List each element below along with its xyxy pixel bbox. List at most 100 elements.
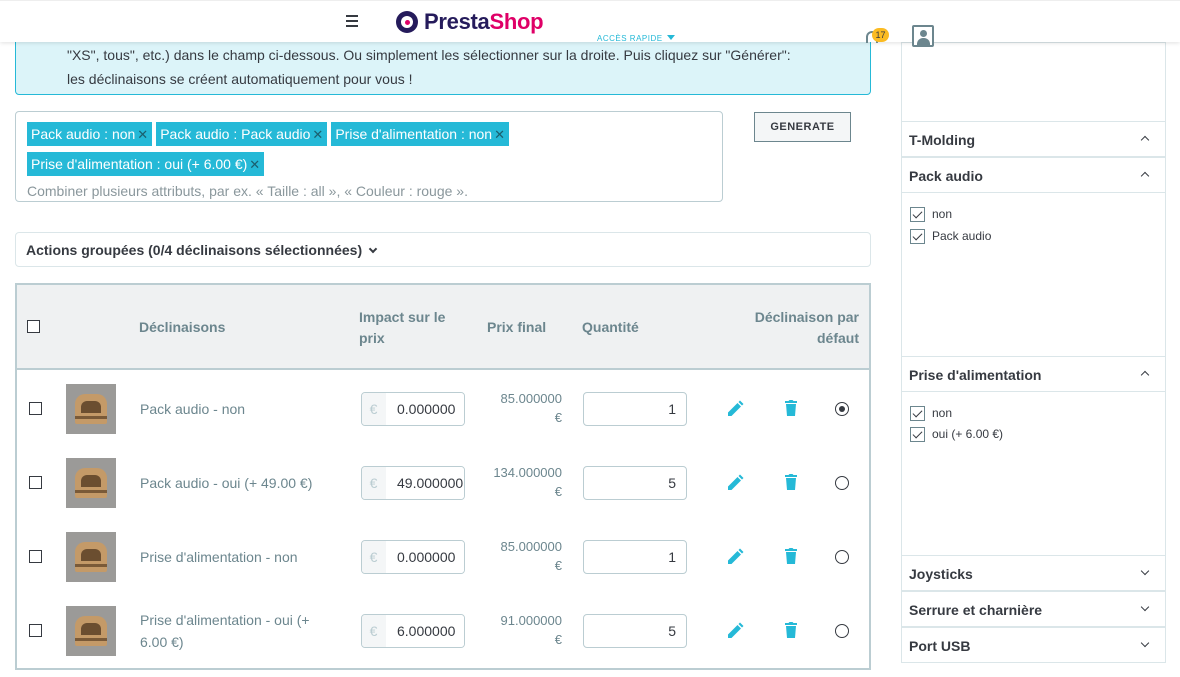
checkbox-checked-icon [910,406,925,421]
edit-icon[interactable] [726,474,744,492]
top-navbar: PrestaShop ACCÈS RAPIDE 17 [0,0,1180,47]
product-thumbnail [66,384,116,434]
final-price: 85.000000 € [500,391,562,425]
remove-tag-icon[interactable]: ✕ [494,127,505,142]
attribute-option-checkbox[interactable]: oui (+ 6.00 €) [910,426,1003,442]
checkbox-checked-icon [910,207,925,222]
column-header-quantity: Quantité [582,319,639,335]
delete-icon[interactable] [784,621,798,639]
attribute-option-checkbox[interactable]: Pack audio [910,228,991,244]
column-header-final-price: Prix final [487,319,547,335]
price-impact-field: € [361,466,465,500]
menu-icon[interactable] [346,15,358,27]
remove-tag-icon[interactable]: ✕ [249,157,260,172]
product-thumbnail [66,606,116,656]
currency-symbol: € [362,615,386,647]
chevron-down-icon [1140,602,1150,612]
attribute-option-checkbox[interactable]: non [910,206,952,222]
row-checkbox[interactable] [29,476,42,489]
alert-text-line-2: les déclinaisons se créent automatiqueme… [67,71,413,87]
chevron-up-icon [1140,135,1150,145]
table-row: Pack audio - oui (+ 49.00 €) € 134.00000… [17,446,869,520]
attribute-group-port-usb[interactable]: Port USB [902,627,1165,663]
attribute-option-checkbox[interactable]: non [910,405,952,421]
column-header-impact: Impact sur le prix [359,309,446,346]
price-impact-field: € [361,540,465,574]
attribute-group-prise-alimentation[interactable]: Prise d'alimentation [902,356,1165,392]
attribute-tag[interactable]: Pack audio : non ✕ [27,122,153,146]
combination-name: Pack audio - oui (+ 49.00 €) [140,475,313,491]
prestashop-logo[interactable]: PrestaShop [396,9,544,35]
attributes-tag-field[interactable]: Pack audio : non ✕ Pack audio : Pack audi… [15,111,723,202]
edit-icon[interactable] [726,548,744,566]
product-thumbnail [66,532,116,582]
user-account-icon[interactable] [912,25,934,47]
product-thumbnail [66,458,116,508]
quantity-input[interactable] [583,466,687,500]
bulk-actions-dropdown[interactable]: Actions groupées (0/4 déclinaisons sélec… [15,232,871,267]
delete-icon[interactable] [784,547,798,565]
combination-name: Pack audio - non [140,401,246,417]
row-checkbox[interactable] [29,624,42,637]
column-header-default: Déclinaison par défaut [754,309,859,346]
combination-name: Prise d'alimentation - oui (+ 6.00 €) [140,612,310,650]
attribute-tag[interactable]: Prise d'alimentation : non ✕ [331,122,509,146]
currency-symbol: € [362,467,386,499]
delete-icon[interactable] [784,473,798,491]
table-row: Prise d'alimentation - non € 85.000000€ [17,520,869,594]
remove-tag-icon[interactable]: ✕ [137,127,148,142]
remove-tag-icon[interactable]: ✕ [312,127,323,142]
attribute-search-input[interactable] [27,182,627,200]
currency-symbol: € [362,541,386,573]
attribute-group-t-molding[interactable]: T-Molding [902,121,1165,157]
price-impact-input[interactable] [386,541,464,573]
quantity-input[interactable] [583,540,687,574]
alert-text-line-1: "XS", tous", etc.) dans le champ ci-dess… [67,47,791,63]
attribute-tag[interactable]: Pack audio : Pack audio ✕ [156,122,328,146]
caret-down-icon [666,35,675,40]
prestashop-logo-icon [396,11,418,33]
final-price: 85.000000 € [500,539,562,573]
attribute-group-joysticks[interactable]: Joysticks [902,555,1165,591]
chevron-down-icon [1140,566,1150,576]
price-impact-input[interactable] [386,615,464,647]
logo-text: PrestaShop [424,9,544,34]
chevron-up-icon [1140,171,1150,181]
final-price: 91.000000 € [500,613,562,647]
default-radio[interactable] [835,624,849,638]
attribute-tag[interactable]: Prise d'alimentation : oui (+ 6.00 €) ✕ [27,152,265,176]
attribute-group-serrure[interactable]: Serrure et charnière [902,591,1165,627]
chevron-down-icon [368,244,378,254]
attribute-group-pack-audio[interactable]: Pack audio [902,157,1165,193]
edit-icon[interactable] [726,622,744,640]
table-row: Pack audio - non € 85.000000€ [17,372,869,446]
default-radio[interactable] [835,550,849,564]
price-impact-field: € [361,614,465,648]
checkbox-checked-icon [910,229,925,244]
chevron-up-icon [1140,370,1150,380]
final-price: 134.000000 € [493,465,562,499]
delete-icon[interactable] [784,399,798,417]
price-impact-input[interactable] [386,467,464,499]
quick-access-menu[interactable]: ACCÈS RAPIDE [597,34,675,43]
row-checkbox[interactable] [29,550,42,563]
currency-symbol: € [362,393,386,425]
column-header-combinations: Déclinaisons [139,319,226,335]
notifications-button[interactable]: 17 [864,28,889,43]
generate-button[interactable]: GENERATE [754,112,851,142]
notifications-badge: 17 [872,28,889,42]
table-header: Déclinaisons Impact sur le prix Prix fina… [17,285,869,370]
price-impact-field: € [361,392,465,426]
select-all-checkbox[interactable] [27,320,40,333]
price-impact-input[interactable] [386,393,464,425]
default-radio[interactable] [835,476,849,490]
combinations-table: Déclinaisons Impact sur le prix Prix fina… [15,283,871,670]
edit-icon[interactable] [726,400,744,418]
quantity-input[interactable] [583,614,687,648]
quantity-input[interactable] [583,392,687,426]
row-checkbox[interactable] [29,402,42,415]
chevron-down-icon [1140,638,1150,648]
attribute-tags: Pack audio : non ✕ Pack audio : Pack audi… [27,122,547,182]
default-radio[interactable] [835,402,849,416]
bulk-actions-label: Actions groupées (0/4 déclinaisons sélec… [26,242,363,258]
